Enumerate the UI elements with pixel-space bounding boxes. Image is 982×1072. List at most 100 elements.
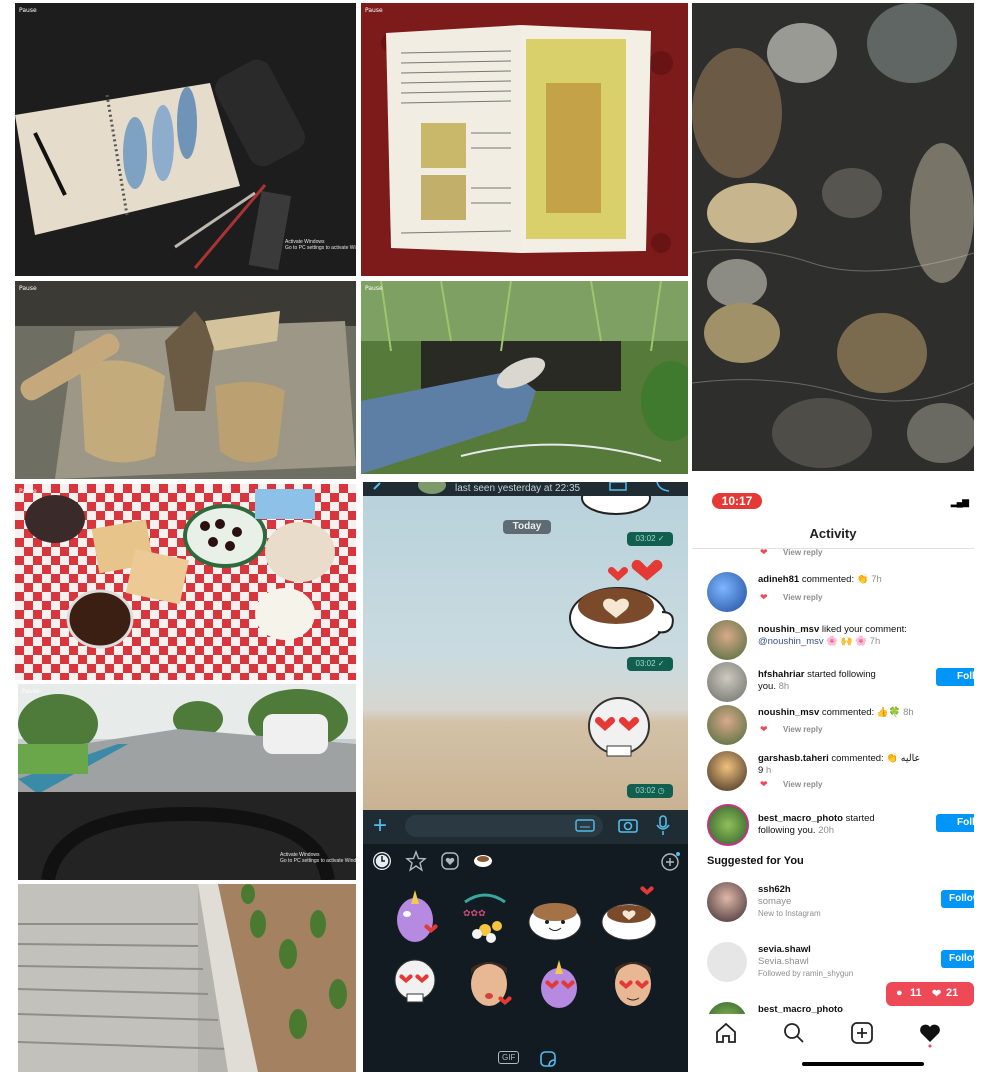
username[interactable]: garshasb.taheri [758,753,829,764]
contact-avatar[interactable] [418,482,446,494]
avatar[interactable] [707,942,747,982]
pause-label: Pause [22,688,40,695]
signal-icon: ▂▄▆ [950,497,969,507]
unicorn-kiss-sticker[interactable] [385,884,447,946]
heart-eyes-unicorn-sticker[interactable] [529,952,591,1014]
photo-car-road[interactable]: Pause Activate Windows Go to PC settings… [18,684,356,880]
date-chip: Today [503,520,551,534]
microphone-icon[interactable] [655,815,671,837]
full-name: Sevia.shawl [758,956,809,967]
suggestion-note: New to Instagram [758,909,821,918]
heart-eyes-memoji-sticker[interactable] [603,952,665,1014]
username[interactable]: best_macro_photo [758,813,843,824]
photo-leg-grass[interactable]: Pause [361,281,688,474]
message-input[interactable] [405,815,603,837]
keyboard-icon[interactable] [575,819,595,833]
rocks-image [692,3,974,471]
activity-time: 8h [903,707,914,718]
avatar[interactable] [707,662,747,702]
avatar[interactable] [707,804,749,846]
last-seen-status: last seen yesterday at 22:35 [455,483,581,494]
stairs-image [18,884,356,1072]
view-reply-link[interactable]: View reply [783,780,822,789]
activity-action: you. [758,681,776,692]
heart-icon[interactable]: ❤ [760,779,768,790]
pause-label: Pause [365,7,383,14]
sticker-tab-icon[interactable] [539,1050,557,1068]
recent-icon[interactable] [371,850,393,872]
follow-button[interactable]: Follow [941,890,974,908]
pause-label: Pause [19,488,37,495]
heart-icon[interactable]: ❤ [760,547,768,558]
view-reply-link[interactable]: View reply [783,548,822,557]
avatar[interactable] [707,572,747,612]
pause-label: Pause [19,7,37,14]
message-timestamp: 03:02 ◷ [627,784,673,798]
view-reply-link[interactable]: View reply [783,593,822,602]
photo-stairs[interactable] [18,884,356,1072]
star-icon[interactable] [405,850,427,872]
svg-text:✿✿✿: ✿✿✿ [463,909,486,919]
mention-link[interactable]: @noushin_msv 🌸 🙌 🌸 [758,636,867,647]
username[interactable]: hfshahriar [758,669,804,680]
activity-text: best_macro_photo started following you. 2… [758,813,928,837]
camera-icon[interactable] [617,816,639,834]
activity-action: commented: 👏 [801,574,869,585]
photo-sketchbook[interactable]: Pause Activate Windows Go to PC settings… [15,3,356,276]
skull-heart-eyes-sticker[interactable] [583,694,653,768]
kiss-memoji-sticker[interactable] [459,952,521,1014]
chat-header[interactable]: last seen yesterday at 22:35 [363,482,688,496]
attach-button[interactable]: + [373,812,387,840]
activity-heart-icon[interactable] [918,1022,942,1048]
activity-text: garshasb.taheri commented: 👏 عالیه 9 h [758,753,954,777]
heart-icon[interactable]: ❤ [760,724,768,735]
username[interactable]: noushin_msv [758,624,819,635]
follow-button[interactable]: Follow [936,814,974,832]
heart-icon[interactable] [440,851,460,871]
username[interactable]: noushin_msv [758,707,819,718]
avatar[interactable] [707,705,747,745]
sticker-tray: ✿✿✿ GIF [363,844,688,1072]
page-title: Activity [809,526,857,541]
notification-badge[interactable]: ● 11 ❤ 21 [886,982,974,1006]
avatar[interactable] [707,620,747,660]
new-post-icon[interactable] [850,1022,874,1044]
follow-button[interactable]: Follow [941,950,974,968]
username[interactable]: adineh81 [758,574,799,585]
windows-watermark: Activate Windows Go to PC settings to ac… [285,239,356,251]
voice-call-icon[interactable] [653,482,673,494]
username[interactable]: ssh62h [758,884,791,895]
photo-river-rocks[interactable] [692,3,974,471]
flower-text-sticker[interactable]: ✿✿✿ [455,884,517,946]
header-divider [692,548,974,549]
username[interactable]: sevia.shawl [758,944,811,955]
activity-action: commented: 👏 عالیه [831,753,921,764]
follow-button[interactable]: Follow [936,668,974,686]
coffee-heart-sticker[interactable] [568,556,678,656]
heart-eyes-skull-sticker[interactable] [385,952,447,1014]
sticker-partial[interactable] [581,496,651,516]
photo-breakfast[interactable]: Pause [15,484,356,680]
search-icon[interactable] [782,1022,806,1044]
add-icon[interactable] [661,851,681,871]
photo-clay-sculpture[interactable]: Pause [15,281,356,479]
gif-button[interactable]: GIF [498,1051,520,1064]
view-reply-link[interactable]: View reply [783,725,822,734]
activity-time: 7h [871,574,882,585]
windows-watermark: Activate Windows Go to PC settings to ac… [280,852,356,864]
happy-coffee-sticker[interactable] [525,884,587,946]
heart-icon[interactable]: ❤ [760,592,768,603]
video-call-icon[interactable] [608,482,638,494]
message-timestamp: 03:02 ✓ [627,657,673,671]
coffee-icon[interactable] [473,852,495,870]
avatar[interactable] [707,882,747,922]
activity-action: liked your comment: [821,624,907,635]
avatar[interactable] [707,751,747,791]
back-chevron-icon[interactable] [371,482,383,494]
message-input-bar: + [363,810,688,844]
coffee-heart-latte-sticker[interactable] [599,884,661,946]
home-icon[interactable] [714,1022,738,1044]
photo-book[interactable]: Pause [361,3,688,276]
activity-action: started [845,813,875,824]
activity-action: following you. [758,825,816,836]
